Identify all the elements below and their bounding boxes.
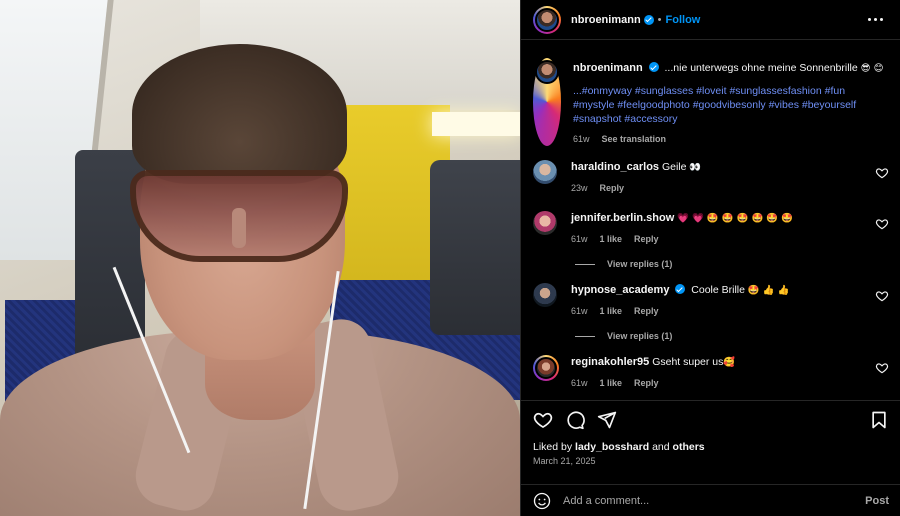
comment-text: Coole Brille <box>691 284 745 296</box>
comment-like-heart-icon[interactable] <box>875 289 889 303</box>
view-replies-label: View replies (1) <box>607 331 673 341</box>
comment-likes[interactable]: 1 like <box>600 232 623 246</box>
comment-likes[interactable]: 1 like <box>600 304 623 318</box>
view-replies-button[interactable]: View replies (1) <box>575 331 889 341</box>
photo-nose <box>232 208 246 248</box>
photo-ceiling-light <box>432 112 520 136</box>
comment-like-heart-icon[interactable] <box>875 166 889 180</box>
caption-avatar-ring[interactable] <box>533 58 561 146</box>
comment-icon[interactable] <box>565 410 585 430</box>
reply-button[interactable]: Reply <box>634 232 659 246</box>
author-avatar <box>535 7 559 32</box>
comment-item: jennifer.berlin.show 💗 💗 🤩 🤩 🤩 🤩 🤩 🤩 61w… <box>533 211 889 246</box>
hashtag-link[interactable]: #sunglasses <box>635 85 693 97</box>
hashtag-link[interactable]: #sunglassesfashion <box>729 85 821 97</box>
share-icon[interactable] <box>597 410 617 430</box>
hashtag-link[interactable]: #vibes <box>769 99 799 111</box>
view-replies-line <box>575 263 595 265</box>
reply-button[interactable]: Reply <box>634 376 659 390</box>
verified-badge-icon <box>675 284 686 294</box>
reply-button[interactable]: Reply <box>634 304 659 318</box>
view-replies-button[interactable]: View replies (1) <box>575 259 889 269</box>
likes-others-link[interactable]: others <box>673 441 705 453</box>
comment-item: haraldino_carlos Geile 👀 23w Reply <box>533 160 889 195</box>
post-header: nbroenimann • Follow <box>521 0 900 40</box>
hashtag-link[interactable]: #goodvibesonly <box>693 99 766 111</box>
comment-text: Gseht super us <box>652 356 724 368</box>
more-options-icon[interactable] <box>862 12 889 27</box>
emoji-icon[interactable] <box>533 492 551 510</box>
caption-username[interactable]: nbroenimann <box>573 62 643 74</box>
author-username[interactable]: nbroenimann <box>571 14 641 26</box>
follow-button[interactable]: Follow <box>666 14 701 26</box>
photo-hair <box>132 44 347 184</box>
hashtag-link[interactable]: ...#onmyway <box>573 85 632 97</box>
comment-emoji: 🤩 👍 👍 <box>747 285 790 296</box>
post-photo[interactable] <box>0 0 520 516</box>
comment-item: hypnose_academy Coole Brille 🤩 👍 👍 61w 1… <box>533 283 889 318</box>
heart-icon[interactable] <box>533 410 553 430</box>
commenter-avatar[interactable] <box>533 211 557 235</box>
photo-headrest-right <box>430 160 520 335</box>
caption-time[interactable]: 61w <box>573 132 590 146</box>
post-side-panel: nbroenimann • Follow nbroenimann ...nie … <box>520 0 900 516</box>
post-comment-button[interactable]: Post <box>865 495 889 507</box>
commenter-username[interactable]: hypnose_academy <box>571 284 669 296</box>
commenter-username[interactable]: reginakohler95 <box>571 356 649 368</box>
comments-list[interactable]: nbroenimann ...nie unterwegs ohne meine … <box>521 40 900 400</box>
caption-emojis: 😎 😊 <box>860 63 884 74</box>
likes-summary: Liked by lady_bosshard and others <box>533 441 889 453</box>
commenter-username[interactable]: jennifer.berlin.show <box>571 212 674 224</box>
hashtag-link[interactable]: #mystyle <box>573 99 614 111</box>
author-avatar-ring[interactable] <box>533 5 561 34</box>
comment-emoji: 👀 <box>689 162 702 173</box>
liked-by-user[interactable]: lady_bosshard <box>575 441 649 453</box>
reply-button[interactable]: Reply <box>600 181 625 195</box>
comment-like-heart-icon[interactable] <box>875 217 889 231</box>
commenter-avatar[interactable] <box>533 283 557 307</box>
view-replies-line <box>575 335 595 337</box>
verified-badge-icon <box>643 14 654 25</box>
likes-and: and <box>652 441 670 453</box>
comment-emoji: 💗 💗 🤩 🤩 🤩 🤩 🤩 🤩 <box>677 213 793 224</box>
caption-hashtags: ...#onmyway #sunglasses #loveit #sunglas… <box>573 84 889 126</box>
comment-time[interactable]: 61w <box>571 232 588 246</box>
comment-time[interactable]: 61w <box>571 304 588 318</box>
bookmark-icon[interactable] <box>869 410 889 430</box>
post-date[interactable]: March 21, 2025 <box>533 456 889 466</box>
add-comment-input[interactable] <box>563 494 866 507</box>
post-actions: Liked by lady_bosshard and others March … <box>521 400 900 484</box>
hashtag-link[interactable]: #beyourself <box>802 99 856 111</box>
caption-meta: 61w See translation <box>573 132 889 146</box>
comment-item: reginakohler95 Gseht super us🥰 61w 1 lik… <box>533 355 889 390</box>
hashtag-link[interactable]: #snapshot <box>573 113 621 125</box>
see-translation-button[interactable]: See translation <box>602 132 667 146</box>
commenter-avatar-ring[interactable] <box>533 355 559 381</box>
comment-like-heart-icon[interactable] <box>875 361 889 375</box>
caption-avatar <box>535 60 559 84</box>
post-modal: nbroenimann • Follow nbroenimann ...nie … <box>0 0 900 516</box>
comment-text: Geile <box>661 161 687 173</box>
hashtag-link[interactable]: #loveit <box>696 85 726 97</box>
commenter-avatar[interactable] <box>533 160 557 184</box>
hashtag-link[interactable]: #fun <box>825 85 845 97</box>
caption: nbroenimann ...nie unterwegs ohne meine … <box>533 40 889 146</box>
comment-emoji: 🥰 <box>723 357 736 368</box>
comment-time[interactable]: 23w <box>571 181 588 195</box>
caption-text: ...nie unterwegs ohne meine Sonnenbrille <box>664 62 858 74</box>
hashtag-link[interactable]: #feelgoodphoto <box>617 99 689 111</box>
hashtag-link[interactable]: #accessory <box>624 113 677 125</box>
commenter-avatar <box>535 357 557 379</box>
separator-dot: • <box>657 13 662 26</box>
comment-likes[interactable]: 1 like <box>600 376 623 390</box>
likes-prefix: Liked by <box>533 441 573 453</box>
view-replies-label: View replies (1) <box>607 259 673 269</box>
comment-time[interactable]: 61w <box>571 376 588 390</box>
add-comment-bar: Post <box>521 484 900 516</box>
commenter-username[interactable]: haraldino_carlos <box>571 161 659 173</box>
verified-badge-icon <box>648 62 659 72</box>
